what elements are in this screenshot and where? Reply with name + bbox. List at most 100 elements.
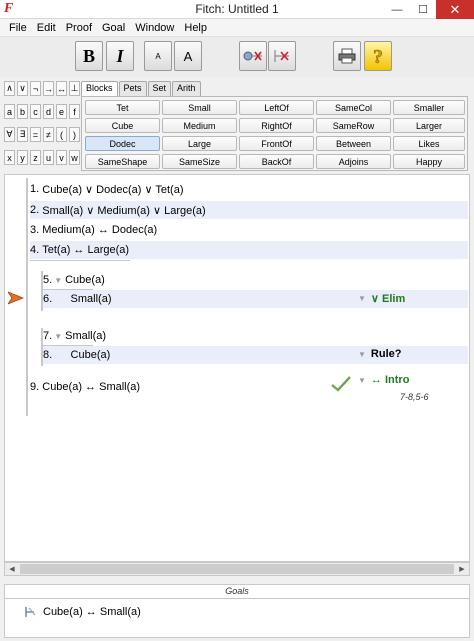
symbol-b[interactable]: b xyxy=(17,104,28,119)
italic-button[interactable]: I xyxy=(106,41,134,71)
predicate-small[interactable]: Small xyxy=(162,100,237,115)
step-sentence[interactable]: Small(a) xyxy=(65,330,106,342)
bold-button[interactable]: B xyxy=(75,41,103,71)
rule-dropdown-icon[interactable]: ▼ xyxy=(358,294,366,303)
predicate-happy[interactable]: Happy xyxy=(393,154,465,169)
support-steps[interactable]: 7-8,5-6 xyxy=(400,392,429,402)
scroll-right-arrow-icon[interactable]: ▶ xyxy=(455,563,469,575)
maximize-button[interactable]: ☐ xyxy=(410,0,436,19)
checkmark-icon xyxy=(331,376,351,392)
proof-step-8[interactable]: 8. Cube(a) xyxy=(43,346,468,364)
larger-font-button[interactable]: A xyxy=(174,41,202,71)
menu-goal[interactable]: Goal xyxy=(97,22,130,34)
proof-step-3[interactable]: 3. Medium(a) ↔ Dodec(a) xyxy=(30,221,468,239)
tab-pets[interactable]: Pets xyxy=(118,81,147,96)
tab-set[interactable]: Set xyxy=(147,81,172,96)
tab-blocks[interactable]: Blocks xyxy=(81,81,118,96)
menu-window[interactable]: Window xyxy=(130,22,179,34)
rule-selector-step-6[interactable]: ▼ ∨ Elim xyxy=(356,292,405,305)
symbol-u[interactable]: u xyxy=(43,150,54,165)
predicate-samesize[interactable]: SameSize xyxy=(162,154,237,169)
scroll-thumb[interactable] xyxy=(20,564,454,574)
minimize-button[interactable]: — xyxy=(384,0,410,19)
rule-dropdown-icon[interactable]: ▼ xyxy=(358,350,366,359)
symbol-equals[interactable]: = xyxy=(30,127,41,142)
step-sentence[interactable]: Cube(a) xyxy=(71,349,111,361)
step-sentence[interactable]: Medium(a) ↔ Dodec(a) xyxy=(42,224,157,236)
symbol-implies[interactable]: → xyxy=(43,81,54,96)
help-button[interactable]: ? xyxy=(364,41,392,71)
step-number: 6. xyxy=(43,293,53,305)
proof-step-7[interactable]: 7. ▼ Small(a) xyxy=(43,327,468,345)
symbol-d[interactable]: d xyxy=(43,104,54,119)
step-sentence[interactable]: Cube(a) ↔ Small(a) xyxy=(42,381,140,393)
verify-step-button[interactable] xyxy=(239,41,267,71)
menu-proof[interactable]: Proof xyxy=(61,22,97,34)
predicate-adjoins[interactable]: Adjoins xyxy=(316,154,391,169)
symbol-forall[interactable]: ∀ xyxy=(4,127,15,142)
scroll-left-arrow-icon[interactable]: ◀ xyxy=(5,563,19,575)
tab-arith[interactable]: Arith xyxy=(172,81,201,96)
menu-help[interactable]: Help xyxy=(179,22,212,34)
predicate-medium[interactable]: Medium xyxy=(162,118,237,133)
step-sentence[interactable]: Cube(a) xyxy=(65,274,105,286)
predicate-leftof[interactable]: LeftOf xyxy=(239,100,314,115)
symbol-or[interactable]: ∨ xyxy=(17,81,28,96)
predicate-large[interactable]: Large xyxy=(162,136,237,151)
predicate-tet[interactable]: Tet xyxy=(85,100,160,115)
menu-bar: File Edit Proof Goal Window Help xyxy=(0,19,474,37)
collapse-triangle-icon[interactable]: ▼ xyxy=(54,332,62,341)
symbol-f[interactable]: f xyxy=(69,104,80,119)
proof-step-1[interactable]: 1. Cube(a) ∨ Dodec(a) ∨ Tet(a) xyxy=(30,180,468,198)
symbol-and[interactable]: ∧ xyxy=(4,81,15,96)
symbol-w[interactable]: w xyxy=(69,150,80,165)
step-sentence[interactable]: Small(a) ∨ Medium(a) ∨ Large(a) xyxy=(42,204,205,217)
symbol-a[interactable]: a xyxy=(4,104,15,119)
symbol-iff[interactable]: ↔ xyxy=(56,81,67,96)
rule-selector-step-8[interactable]: ▼ Rule? xyxy=(356,348,401,360)
print-button[interactable] xyxy=(333,41,361,71)
menu-file[interactable]: File xyxy=(4,22,32,34)
proof-step-2[interactable]: 2. Small(a) ∨ Medium(a) ∨ Large(a) xyxy=(30,201,468,219)
predicate-smaller[interactable]: Smaller xyxy=(393,100,465,115)
symbol-e[interactable]: e xyxy=(56,104,67,119)
symbol-exists[interactable]: ∃ xyxy=(17,127,28,142)
proof-step-5[interactable]: 5. ▼ Cube(a) xyxy=(43,271,468,289)
predicate-samerow[interactable]: SameRow xyxy=(316,118,391,133)
symbol-v[interactable]: v xyxy=(56,150,67,165)
step-number: 1. xyxy=(30,183,40,195)
step-sentence[interactable]: Small(a) xyxy=(71,293,112,305)
symbol-left-paren[interactable]: ( xyxy=(56,127,67,142)
predicate-backof[interactable]: BackOf xyxy=(239,154,314,169)
predicate-samecol[interactable]: SameCol xyxy=(316,100,391,115)
rule-selector-step-9[interactable]: ▼ ↔ Intro xyxy=(356,374,409,386)
predicate-sameshape[interactable]: SameShape xyxy=(85,154,160,169)
rule-dropdown-icon[interactable]: ▼ xyxy=(358,376,366,385)
step-sentence[interactable]: Cube(a) ∨ Dodec(a) ∨ Tet(a) xyxy=(42,183,183,196)
verify-proof-button[interactable] xyxy=(268,41,296,71)
horizontal-scrollbar[interactable]: ◀ ▶ xyxy=(4,562,470,576)
proof-step-4[interactable]: 4. Tet(a) ↔ Large(a) xyxy=(30,241,468,259)
step-sentence[interactable]: Tet(a) ↔ Large(a) xyxy=(42,244,129,256)
proof-step-9[interactable]: 9. Cube(a) ↔ Small(a) xyxy=(30,378,320,396)
symbol-not-equals[interactable]: ≠ xyxy=(43,127,54,142)
symbol-right-paren[interactable]: ) xyxy=(69,127,80,142)
smaller-font-button[interactable]: A xyxy=(144,41,172,71)
close-button[interactable]: ✕ xyxy=(436,0,474,19)
predicate-rightof[interactable]: RightOf xyxy=(239,118,314,133)
symbol-not[interactable]: ¬ xyxy=(30,81,41,96)
symbol-x[interactable]: x xyxy=(4,150,15,165)
symbol-y[interactable]: y xyxy=(17,150,28,165)
goal-item[interactable]: Cube(a) ↔ Small(a) xyxy=(23,605,141,619)
symbol-c[interactable]: c xyxy=(30,104,41,119)
symbol-z[interactable]: z xyxy=(30,150,41,165)
predicate-cube[interactable]: Cube xyxy=(85,118,160,133)
collapse-triangle-icon[interactable]: ▼ xyxy=(54,276,62,285)
predicate-frontof[interactable]: FrontOf xyxy=(239,136,314,151)
predicate-between[interactable]: Between xyxy=(316,136,391,151)
predicate-likes[interactable]: Likes xyxy=(393,136,465,151)
symbol-bottom[interactable]: ⊥ xyxy=(69,81,80,96)
predicate-larger[interactable]: Larger xyxy=(393,118,465,133)
predicate-dodec[interactable]: Dodec xyxy=(85,136,160,151)
menu-edit[interactable]: Edit xyxy=(32,22,61,34)
